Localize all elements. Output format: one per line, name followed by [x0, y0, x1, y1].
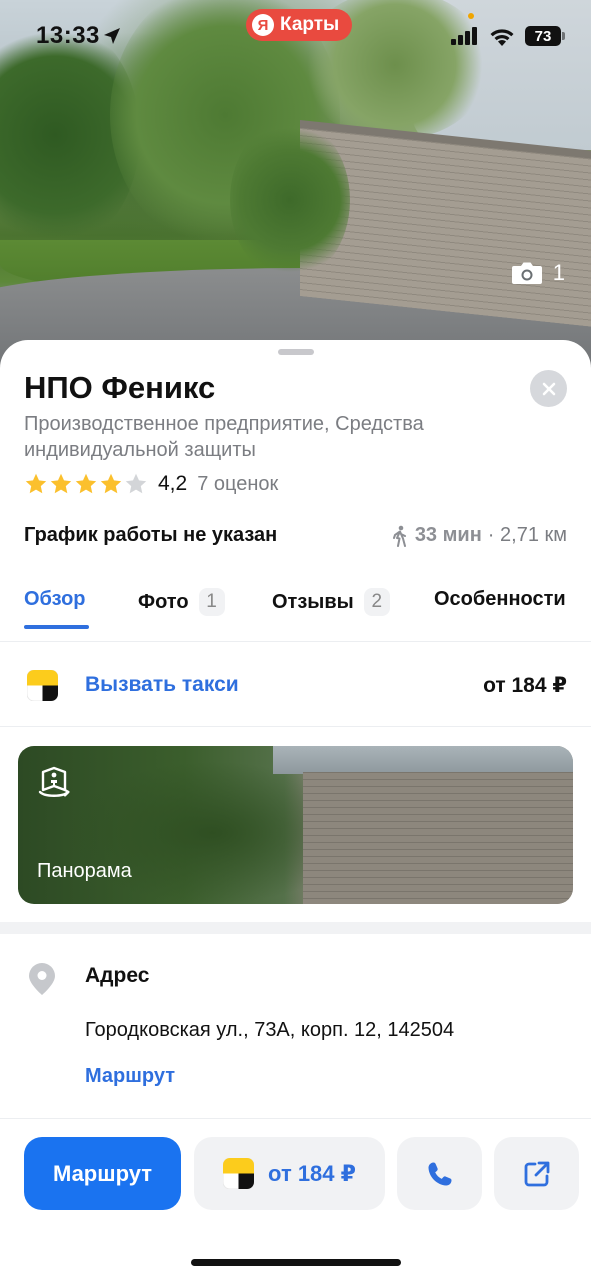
tab-label: Особенности [434, 588, 566, 610]
tab-bar: Обзор Фото 1 Отзывы 2 Особенности [0, 576, 591, 642]
walk-distance: 33 мин · 2,71 км [391, 524, 567, 547]
tab-overview[interactable]: Обзор [24, 588, 86, 611]
call-taxi-row[interactable]: Вызвать такси от 184 ₽ [0, 643, 591, 727]
tab-badge: 1 [198, 588, 225, 616]
cellular-signal-icon [451, 27, 477, 45]
phone-icon [427, 1162, 452, 1186]
section-divider [0, 922, 591, 934]
close-icon [542, 382, 555, 395]
location-arrow-icon [104, 28, 120, 44]
taxi-button[interactable]: от 184 ₽ [194, 1137, 385, 1210]
star-filled-icon [50, 473, 72, 494]
star-filled-icon [25, 473, 47, 494]
tab-label: Фото [138, 590, 189, 613]
address-title: Адрес [85, 964, 150, 987]
star-filled-icon [75, 473, 97, 494]
rating-value: 4,2 [158, 472, 188, 495]
rating-count: 7 оценок [197, 472, 279, 495]
tab-reviews[interactable]: Отзывы 2 [272, 588, 390, 616]
tab-label: Отзывы [272, 590, 354, 613]
home-indicator[interactable] [191, 1259, 401, 1266]
status-right-icons: 73 [451, 26, 565, 46]
call-taxi-label: Вызвать такси [85, 673, 239, 696]
star-filled-icon [100, 473, 122, 494]
photo-count-label: 1 [552, 260, 565, 285]
photo-tree [230, 120, 350, 280]
address-separator [0, 1118, 591, 1119]
yandex-logo-icon: Я [252, 14, 274, 36]
taxi-button-price: от 184 ₽ [268, 1160, 356, 1186]
panorama-sky [273, 746, 573, 774]
wifi-icon [490, 28, 514, 46]
camera-icon [511, 262, 542, 284]
status-bar: 13:33 Я Карты 73 [0, 0, 591, 74]
walk-time: 33 мин [414, 524, 482, 546]
panorama-card[interactable]: Панорама [18, 746, 573, 904]
action-bar: Маршрут от 184 ₽ [0, 1137, 591, 1212]
star-empty-icon [125, 473, 147, 494]
tab-features[interactable]: Особенности [434, 588, 566, 611]
route-button[interactable]: Маршрут [24, 1137, 181, 1210]
place-title: НПО Феникс [24, 370, 216, 405]
privacy-indicator-dot [468, 13, 474, 19]
tab-label: Обзор [24, 588, 86, 610]
tab-badge: 2 [363, 588, 390, 616]
photo-count-button[interactable]: 1 [511, 260, 565, 286]
route-button-label: Маршрут [52, 1160, 153, 1186]
active-tab-indicator [24, 625, 89, 629]
back-to-app-pill[interactable]: Я Карты [246, 9, 353, 41]
yandex-taxi-icon [223, 1158, 255, 1189]
call-button[interactable] [397, 1137, 482, 1210]
place-card-sheet: НПО Феникс Производственное предприятие,… [0, 340, 591, 1280]
status-time: 13:33 [36, 22, 100, 49]
rating-row[interactable]: 4,2 7 оценок [24, 472, 278, 496]
panorama-wall [303, 772, 573, 904]
panorama-label: Панорама [37, 860, 132, 882]
address-value[interactable]: Городковская ул., 73А, корп. 12, 142504 [85, 1019, 454, 1042]
working-hours: График работы не указан [24, 524, 278, 546]
walking-person-icon [392, 525, 406, 547]
place-category: Производственное предприятие, Средства и… [24, 413, 424, 461]
app-pill-label: Карты [280, 14, 340, 35]
tab-photos[interactable]: Фото 1 [138, 588, 225, 616]
close-button[interactable] [530, 370, 567, 407]
address-route-link[interactable]: Маршрут [85, 1065, 175, 1088]
rating-stars [24, 472, 148, 496]
location-pin-icon [29, 963, 55, 995]
share-icon [524, 1161, 549, 1186]
panorama-icon [38, 766, 70, 797]
yandex-taxi-icon [27, 670, 58, 701]
taxi-price: от 184 ₽ [483, 674, 567, 697]
battery-indicator: 73 [525, 26, 565, 46]
walk-distance-value: · 2,71 км [487, 524, 567, 546]
share-button[interactable] [494, 1137, 579, 1210]
sheet-grabber[interactable] [278, 349, 314, 355]
